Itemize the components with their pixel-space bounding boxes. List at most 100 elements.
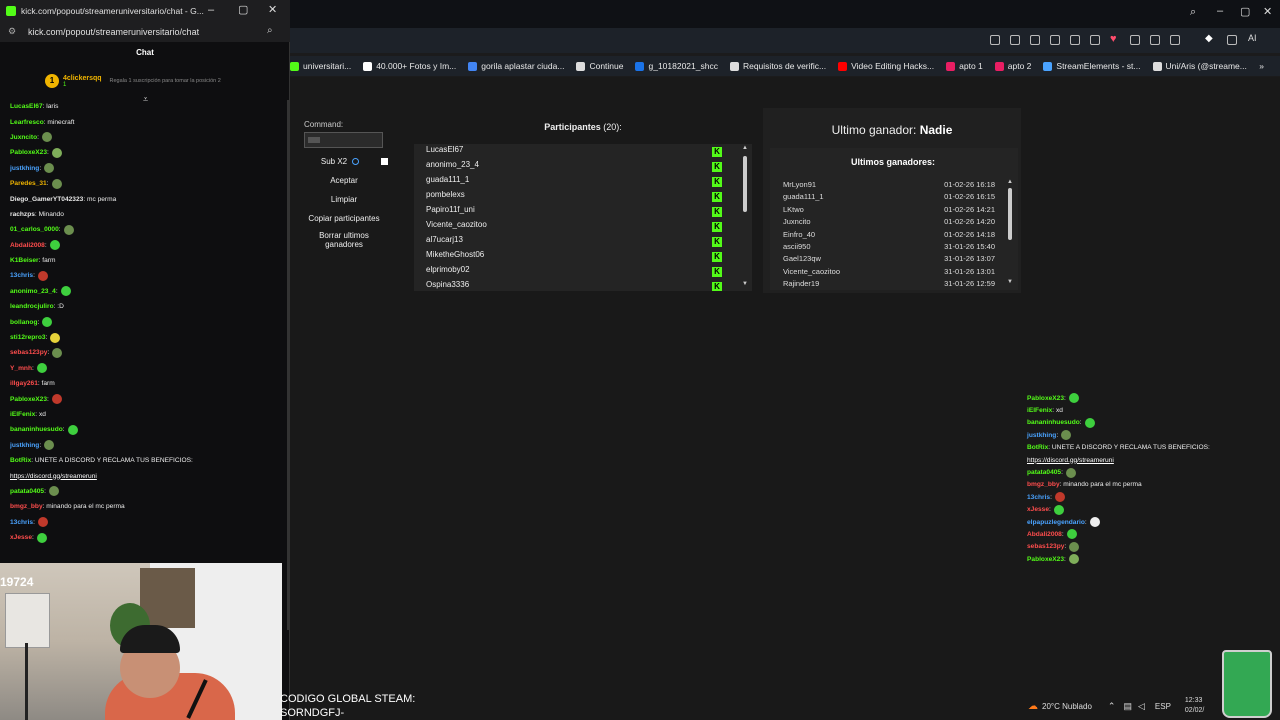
clock[interactable]: 12:33 02/02/ <box>1185 696 1204 716</box>
bookmark-item[interactable]: Video Editing Hacks... <box>838 61 934 71</box>
chat-username[interactable]: elpapuzlegendario <box>1027 519 1085 526</box>
info-icon[interactable] <box>352 158 359 165</box>
delete-winners-button[interactable]: Borrar ultimos ganadores <box>304 231 384 249</box>
winners-scrollbar[interactable] <box>1008 188 1012 240</box>
participant-row[interactable]: guada111_1 K <box>426 175 736 190</box>
chat-username[interactable]: bollanog <box>10 319 37 326</box>
edit-icon[interactable] <box>1010 35 1020 45</box>
chat-username[interactable]: patata0405 <box>1027 469 1061 476</box>
bookmark-item[interactable]: Requisitos de verific... <box>729 61 826 71</box>
chat-username[interactable]: Diego_GamerYT042323 <box>10 196 83 203</box>
chat-username[interactable]: 13chris <box>10 519 33 526</box>
chat-username[interactable]: Learfresco <box>10 119 44 126</box>
bookmark-item[interactable]: 40.000+ Fotos y Im... <box>363 61 456 71</box>
diamond-icon[interactable]: ◆ <box>1205 33 1213 44</box>
play-icon[interactable] <box>1090 35 1100 45</box>
chat-username[interactable]: illgay261 <box>10 380 38 387</box>
popup-scrollbar[interactable] <box>287 100 290 630</box>
chat-username[interactable]: sebas123py <box>10 349 47 356</box>
popup-close-icon[interactable]: ✕ <box>268 3 277 16</box>
chat-username[interactable]: PabloxeX23 <box>10 149 47 156</box>
volume-icon[interactable]: ◁ <box>1138 701 1145 712</box>
chat-username[interactable]: bmgz_bby <box>1027 481 1060 488</box>
menu-icon[interactable] <box>1150 35 1160 45</box>
chat-username[interactable]: sti12repro3 <box>10 334 46 341</box>
chat-username[interactable]: xJesse <box>1027 506 1049 513</box>
participant-row[interactable]: elprimoby02 K <box>426 265 736 280</box>
popup-url-bar[interactable]: ⚙ kick.com/popout/streameruniversitario/… <box>0 22 290 42</box>
bookmark-item[interactable]: apto 2 <box>994 61 1031 71</box>
chat-username[interactable]: justkhing <box>10 442 39 449</box>
winners-scroll-down-icon[interactable]: ▼ <box>1007 279 1013 285</box>
bookmark-item[interactable]: StreamElements - st... <box>1043 61 1141 71</box>
popup-maximize-icon[interactable]: ▢ <box>238 3 248 16</box>
bookmark-item[interactable]: apto 1 <box>946 61 983 71</box>
chat-username[interactable]: anonimo_23_4 <box>10 288 56 295</box>
camera-icon[interactable] <box>1030 35 1040 45</box>
bookmark-item[interactable]: Uni/Aris (@streame... <box>1152 61 1247 71</box>
participant-row[interactable]: Vicente_caozitoo K <box>426 220 736 235</box>
chat-username[interactable]: sebas123py <box>1027 543 1064 550</box>
chat-username[interactable]: PabloxeX23 <box>1027 556 1064 563</box>
chat-username[interactable]: 13chris <box>10 272 33 279</box>
maximize-icon[interactable]: ▢ <box>1240 5 1250 18</box>
chat-username[interactable]: bananinhuesudo <box>10 426 63 433</box>
heart-icon[interactable]: ♥ <box>1110 33 1117 45</box>
sub-x2-checkbox[interactable] <box>381 158 388 165</box>
participant-row[interactable]: al7ucarj13 K <box>426 235 736 250</box>
participant-row[interactable]: Ospina3336 K <box>426 280 736 291</box>
chat-link[interactable]: https://discord.gg/streameruni <box>10 473 97 480</box>
search-tabs-icon[interactable]: ⌕ <box>1190 6 1196 19</box>
zoom-icon[interactable] <box>990 35 1000 45</box>
participants-scrollbar[interactable] <box>743 156 747 212</box>
bookmark-item[interactable]: Continue <box>576 61 623 71</box>
clear-button[interactable]: Limpiar <box>304 195 384 204</box>
chat-username[interactable]: Abdali2008 <box>1027 531 1062 538</box>
participant-row[interactable]: MiketheGhost06 K <box>426 250 736 265</box>
scroll-up-icon[interactable]: ▲ <box>742 145 748 151</box>
chat-username[interactable]: BotRix <box>10 457 31 464</box>
tray-arrow-icon[interactable]: ⌃ <box>1108 701 1116 712</box>
chat-username[interactable]: LucasEl67 <box>10 103 43 110</box>
chat-username[interactable]: Paredes_31 <box>10 180 47 187</box>
weather-text[interactable]: 20°C Nublado <box>1042 702 1092 711</box>
chat-username[interactable]: patata0405 <box>10 488 44 495</box>
chat-username[interactable]: leandrocjuliro <box>10 303 54 310</box>
extension-icon[interactable] <box>1070 35 1080 45</box>
chat-link[interactable]: https://discord.gg/streameruni <box>1027 457 1114 464</box>
chat-username[interactable]: justkhing <box>1027 432 1056 439</box>
minimize-icon[interactable]: – <box>1217 5 1223 17</box>
participant-row[interactable]: anonimo_23_4 K <box>426 160 736 175</box>
participant-row[interactable]: Papiro11f_uni K <box>426 205 736 220</box>
chat-message-list[interactable]: LucasEl67: laris Learfresco: minecraft Jux… <box>10 99 280 559</box>
winners-scroll-up-icon[interactable]: ▲ <box>1007 179 1013 185</box>
popup-search-icon[interactable]: ⌕ <box>267 25 273 36</box>
chat-username[interactable]: Y_mnh <box>10 365 32 372</box>
chat-username[interactable]: Abdali2008 <box>10 242 45 249</box>
settings-icon[interactable] <box>1227 35 1237 45</box>
chat-username[interactable]: iElFenix <box>1027 407 1052 414</box>
accept-button[interactable]: Aceptar <box>304 176 384 185</box>
bookmark-item[interactable]: gorila aplastar ciuda... <box>468 61 564 71</box>
participant-row[interactable]: LucasEl67 K <box>426 145 736 160</box>
gift-leaderboard[interactable]: 1 4clickersqq 1 Regala 1 suscripción par… <box>45 70 285 92</box>
command-input[interactable] <box>304 132 383 148</box>
chat-username[interactable]: xJesse <box>10 534 32 541</box>
chat-username[interactable]: iElFenix <box>10 411 35 418</box>
popup-minimize-icon[interactable]: – <box>208 4 214 16</box>
ai-button[interactable]: AI <box>1248 33 1257 43</box>
bookmark-item[interactable]: universitari... <box>290 61 351 71</box>
language-indicator[interactable]: ESP <box>1155 702 1171 711</box>
chat-username[interactable]: bmgz_bby <box>10 503 43 510</box>
chat-username[interactable]: K1Beiser <box>10 257 39 264</box>
participants-list[interactable]: LucasEl67 Kanonimo_23_4 Kguada111_1 Kpombel… <box>414 144 752 291</box>
chat-username[interactable]: PabloxeX23 <box>1027 395 1064 402</box>
close-icon[interactable]: ✕ <box>1263 5 1272 18</box>
profile-icon[interactable] <box>1170 35 1180 45</box>
download-icon[interactable] <box>1130 35 1140 45</box>
chat-username[interactable]: bananinhuesudo <box>1027 419 1080 426</box>
site-info-icon[interactable]: ⚙ <box>8 26 16 37</box>
chat-username[interactable]: justkhing <box>10 165 39 172</box>
share-icon[interactable] <box>1050 35 1060 45</box>
bookmark-item[interactable]: g_10182021_shcc <box>635 61 718 71</box>
